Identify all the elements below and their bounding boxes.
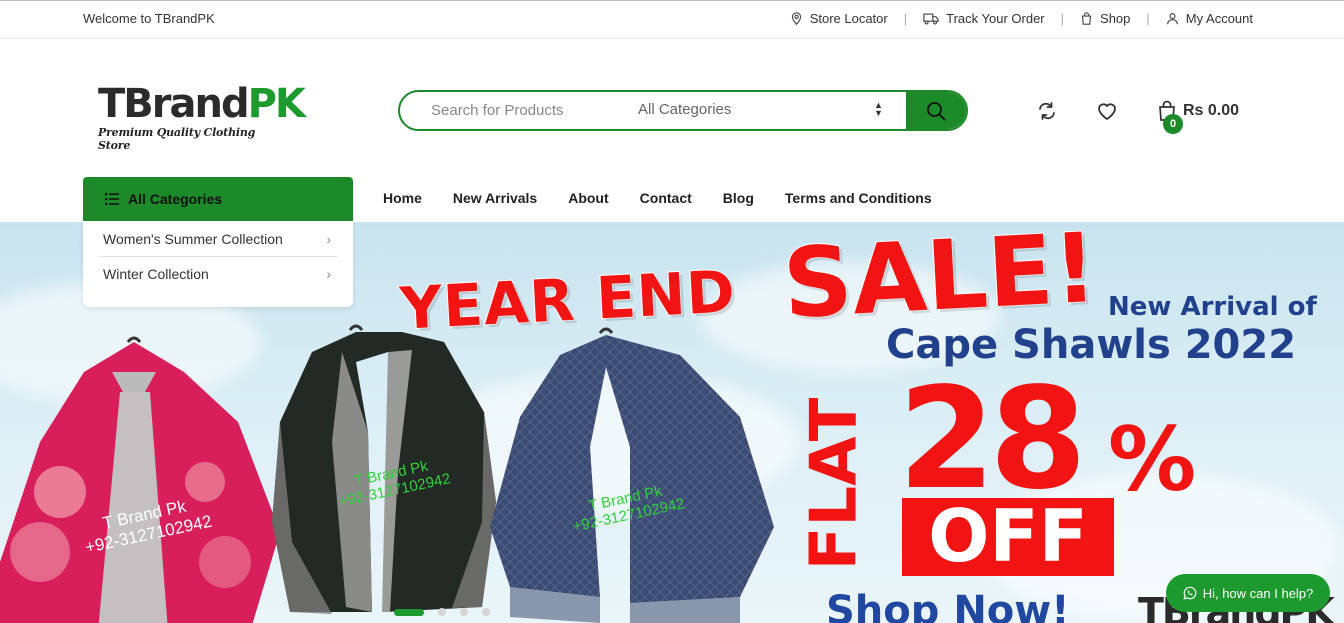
shop-link[interactable]: Shop [1080, 11, 1130, 26]
top-links: Store Locator | Track Your Order | Shop … [790, 11, 1253, 26]
top-bar: Welcome to TBrandPK Store Locator | Trac… [0, 0, 1344, 39]
cart-count-badge: 0 [1163, 114, 1183, 134]
divider: | [903, 11, 908, 26]
my-account-label: My Account [1185, 11, 1253, 26]
percent-sign: % [1108, 408, 1197, 511]
chevron-right-icon: › [326, 266, 331, 282]
search-input[interactable] [400, 92, 620, 129]
divider: | [1060, 11, 1065, 26]
search-bar: All Categories ▲▼ [398, 90, 968, 131]
store-locator-label: Store Locator [809, 11, 888, 26]
logo-wordmark: TBrandPK [98, 81, 306, 127]
chevron-right-icon: › [326, 230, 331, 247]
chat-label: Hi, how can I help? [1202, 585, 1314, 601]
search-button[interactable] [906, 92, 966, 129]
nav-home[interactable]: Home [383, 190, 422, 206]
navy-shawl-image [490, 327, 774, 623]
percent-number: 28 [898, 358, 1087, 521]
nav-terms[interactable]: Terms and Conditions [785, 190, 932, 206]
divider: | [1146, 11, 1150, 26]
category-winter[interactable]: Winter Collection › [99, 256, 337, 291]
welcome-text: Welcome to TBrandPK [83, 11, 215, 26]
new-arrival-text: New Arrival of [1108, 292, 1317, 322]
shop-label: Shop [1100, 11, 1131, 26]
category-menu: Women's Summer Collection › Winter Colle… [83, 221, 353, 307]
shopping-bag-icon [1081, 12, 1092, 25]
store-locator-link[interactable]: Store Locator [790, 11, 888, 26]
nav-blog[interactable]: Blog [723, 190, 754, 206]
off-text: OFF [928, 494, 1088, 578]
truck-icon [923, 13, 939, 25]
compare-icon[interactable] [1036, 100, 1058, 122]
slide-dot-3[interactable] [460, 608, 468, 616]
select-arrows-icon: ▲ ▼ [874, 100, 883, 118]
user-icon [1166, 13, 1178, 25]
my-account-link[interactable]: My Account [1166, 11, 1253, 26]
search-icon [927, 101, 946, 120]
nav-about[interactable]: About [568, 190, 608, 206]
site-logo[interactable]: TBrandPK Premium Quality Clothing Store [98, 81, 306, 152]
logo-tagline: Premium Quality Clothing Store [98, 126, 256, 152]
nav-contact[interactable]: Contact [640, 190, 692, 206]
category-label: Women's Summer Collection [103, 230, 283, 247]
cart-button[interactable]: 0 Rs 0.00 [1157, 100, 1240, 134]
whatsapp-icon [1183, 586, 1197, 600]
list-icon [105, 193, 119, 205]
cart-total: Rs 0.00 [1183, 102, 1240, 119]
category-select[interactable]: All Categories [638, 101, 888, 118]
track-order-link[interactable]: Track Your Order [923, 11, 1045, 26]
location-pin-icon [791, 12, 801, 25]
category-womens-summer[interactable]: Women's Summer Collection › [99, 221, 337, 256]
slide-dot-2[interactable] [438, 608, 446, 616]
nav-new-arrivals[interactable]: New Arrivals [453, 190, 537, 206]
slide-dot-1[interactable] [394, 608, 424, 616]
pink-shawl-image [0, 336, 280, 623]
all-categories-label: All Categories [128, 191, 223, 207]
flat-text: FLAT [797, 397, 872, 571]
main-nav: Home New Arrivals About Contact Blog Ter… [383, 190, 963, 206]
wishlist-heart-icon[interactable] [1096, 100, 1118, 122]
slider-pagination [394, 608, 490, 616]
track-order-label: Track Your Order [946, 11, 1045, 26]
shop-now-text[interactable]: Shop Now! [826, 588, 1069, 623]
slide-dot-4[interactable] [482, 608, 490, 616]
whatsapp-chat-button[interactable]: Hi, how can I help? [1166, 574, 1330, 612]
category-label: Winter Collection [103, 266, 209, 282]
all-categories-button[interactable]: All Categories [83, 177, 353, 221]
